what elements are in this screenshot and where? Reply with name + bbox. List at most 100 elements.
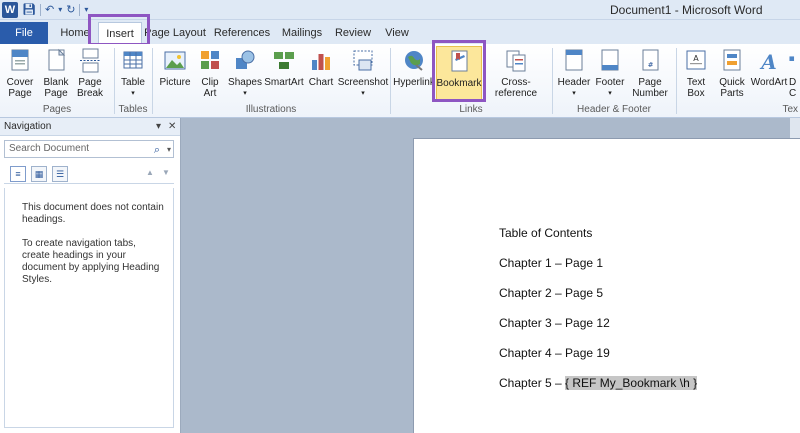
results-view-icon[interactable]: ☰ bbox=[52, 166, 68, 182]
undo-dropdown-icon[interactable]: ▾ bbox=[58, 2, 62, 18]
tab-review[interactable]: Review bbox=[334, 22, 372, 44]
cover-page-label: Cover Page bbox=[6, 77, 34, 99]
screenshot-dropdown-icon: ▾ bbox=[361, 90, 365, 97]
toc-line-4: Chapter 4 – Page 19 bbox=[499, 346, 610, 360]
pane-options-icon[interactable]: ▾ bbox=[156, 121, 161, 132]
text-box-label: Text Box bbox=[686, 77, 706, 99]
footer-icon bbox=[601, 49, 619, 71]
cross-reference-label: Cross-reference bbox=[494, 77, 538, 99]
search-document-input[interactable]: Search Document ⌕ ▾ bbox=[4, 140, 174, 158]
tab-home[interactable]: Home bbox=[56, 22, 94, 44]
smartart-button[interactable]: SmartArt bbox=[264, 48, 304, 88]
table-label: Table bbox=[121, 77, 145, 88]
wordart-button[interactable]: A WordArt bbox=[750, 48, 788, 88]
customize-qat-icon[interactable]: ▾ bbox=[84, 2, 88, 18]
bookmark-label: Bookmark bbox=[436, 78, 482, 89]
bookmark-button[interactable]: Bookmark bbox=[436, 46, 482, 102]
toc-line-3: Chapter 3 – Page 12 bbox=[499, 316, 610, 330]
hyperlink-icon bbox=[405, 51, 423, 71]
hyperlink-label: Hyperlink bbox=[393, 77, 435, 88]
title-bar: W 💾︎ ↶ ▾ ↻ ▾ Document1 - Microsoft Word bbox=[0, 0, 800, 20]
page-number-label: Page Number bbox=[632, 77, 668, 99]
tab-mailings[interactable]: Mailings bbox=[279, 22, 325, 44]
previous-result-icon[interactable]: ▲ bbox=[146, 168, 154, 177]
table-icon bbox=[123, 51, 143, 69]
save-icon[interactable]: 💾︎ bbox=[22, 2, 36, 18]
text-box-icon: A bbox=[686, 50, 706, 70]
smartart-label: SmartArt bbox=[264, 77, 304, 88]
page-break-icon bbox=[80, 48, 100, 73]
page-break-button[interactable]: Page Break bbox=[74, 48, 106, 99]
group-label-pages: Pages bbox=[42, 104, 72, 115]
screenshot-button[interactable]: Screenshot ▾ bbox=[338, 48, 388, 99]
next-result-icon[interactable]: ▼ bbox=[162, 168, 170, 177]
group-label-tables: Tables bbox=[118, 104, 148, 115]
toc-line-2: Chapter 2 – Page 5 bbox=[499, 286, 604, 300]
tab-page-layout[interactable]: Page Layout bbox=[144, 22, 206, 44]
create-headings-hint: To create navigation tabs, create headin… bbox=[22, 238, 160, 285]
tab-insert[interactable]: Insert bbox=[98, 22, 142, 44]
tab-references[interactable]: References bbox=[213, 22, 271, 44]
quick-parts-button[interactable]: Quick Parts bbox=[714, 48, 750, 99]
picture-icon bbox=[164, 51, 186, 70]
window-title: Document1 - Microsoft Word bbox=[610, 3, 763, 17]
chart-label: Chart bbox=[308, 77, 334, 88]
svg-text:A: A bbox=[759, 50, 777, 74]
navigation-message: This document does not contain headings.… bbox=[4, 188, 174, 428]
header-label: Header bbox=[557, 77, 591, 88]
ribbon: Cover Page Blank Page Page Break Table ▾… bbox=[0, 44, 800, 118]
table-button[interactable]: Table ▾ bbox=[118, 48, 148, 99]
search-options-icon[interactable]: ▾ bbox=[167, 142, 171, 158]
clip-art-label: Clip Art bbox=[201, 77, 219, 99]
svg-text:#: # bbox=[648, 61, 654, 69]
drop-cap-button[interactable]: D C bbox=[789, 48, 800, 99]
tab-view[interactable]: View bbox=[382, 22, 412, 44]
header-button[interactable]: Header ▾ bbox=[556, 48, 592, 99]
word-logo-icon[interactable]: W bbox=[2, 2, 18, 18]
page-break-label: Page Break bbox=[76, 77, 104, 99]
wordart-icon: A bbox=[759, 50, 777, 74]
cross-reference-icon bbox=[506, 50, 526, 72]
drop-cap-icon bbox=[789, 56, 795, 61]
navigation-title: Navigation bbox=[4, 121, 52, 132]
toc-line-1: Chapter 1 – Page 1 bbox=[499, 256, 604, 270]
cover-page-button[interactable]: Cover Page bbox=[2, 48, 38, 99]
footer-button[interactable]: Footer ▾ bbox=[594, 48, 626, 99]
picture-button[interactable]: Picture bbox=[156, 48, 194, 88]
ribbon-tabs: File Home Insert Page Layout References … bbox=[0, 20, 800, 44]
chart-button[interactable]: Chart bbox=[306, 48, 336, 88]
group-separator bbox=[552, 48, 553, 114]
picture-label: Picture bbox=[159, 77, 191, 88]
document-page[interactable]: Table of Contents Chapter 1 – Page 1 Cha… bbox=[413, 138, 800, 433]
undo-icon[interactable]: ↶ bbox=[45, 2, 54, 18]
shapes-dropdown-icon: ▾ bbox=[243, 90, 247, 97]
close-pane-icon[interactable]: ✕ bbox=[168, 121, 176, 132]
blank-page-button[interactable]: Blank Page bbox=[40, 48, 72, 99]
ref-field-code[interactable]: { REF My_Bookmark \h } bbox=[565, 376, 698, 390]
qat-separator bbox=[39, 4, 41, 16]
navigation-header: Navigation bbox=[0, 118, 180, 136]
ruler-toggle[interactable] bbox=[790, 118, 800, 138]
group-label-header-footer: Header & Footer bbox=[577, 104, 651, 115]
search-placeholder: Search Document bbox=[9, 143, 90, 154]
header-icon bbox=[565, 49, 583, 71]
screenshot-label: Screenshot bbox=[337, 77, 389, 88]
clip-art-button[interactable]: Clip Art bbox=[196, 48, 224, 99]
cross-reference-button[interactable]: Cross-reference bbox=[484, 48, 548, 99]
pages-view-icon[interactable]: ▦ bbox=[31, 166, 47, 182]
page-number-button[interactable]: # Page Number bbox=[628, 48, 672, 99]
group-label-links: Links bbox=[459, 104, 483, 115]
tab-file[interactable]: File bbox=[0, 22, 48, 44]
shapes-button[interactable]: Shapes ▾ bbox=[228, 48, 262, 99]
toc-line-5-prefix: Chapter 5 – bbox=[499, 376, 566, 390]
hyperlink-button[interactable]: Hyperlink bbox=[393, 48, 435, 88]
group-separator bbox=[390, 48, 391, 114]
headings-view-icon[interactable]: ≡ bbox=[10, 166, 26, 182]
header-dropdown-icon: ▾ bbox=[572, 90, 576, 97]
group-separator bbox=[676, 48, 677, 114]
quick-access-toolbar: W 💾︎ ↶ ▾ ↻ ▾ bbox=[2, 2, 88, 18]
redo-icon[interactable]: ↻ bbox=[66, 2, 75, 18]
text-box-button[interactable]: A Text Box bbox=[680, 48, 712, 99]
search-icon[interactable]: ⌕ bbox=[154, 142, 160, 158]
navigation-view-tabs: ≡ ▦ ☰ ▲ ▼ bbox=[4, 162, 174, 184]
